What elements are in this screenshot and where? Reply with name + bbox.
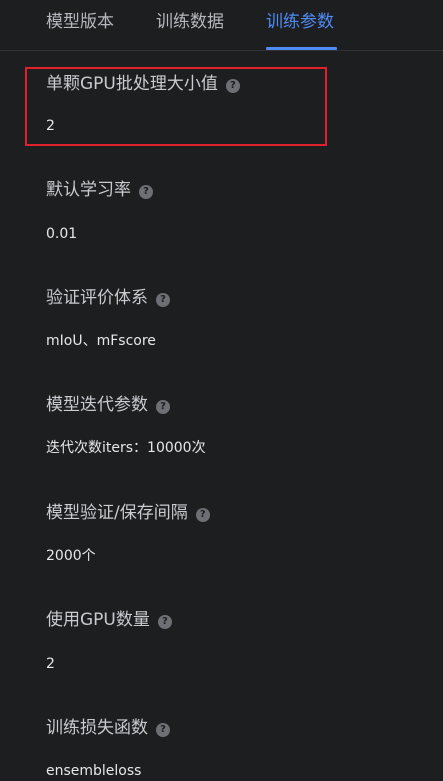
field-value-gpu-count: 2: [46, 656, 55, 672]
help-icon[interactable]: ?: [157, 615, 172, 629]
help-icon[interactable]: ?: [156, 400, 170, 414]
field-value-iteration-params: 迭代次数iters：10000次: [46, 440, 206, 456]
help-icon[interactable]: ?: [225, 79, 240, 93]
active-tab-indicator: [266, 47, 337, 50]
tab-training-params[interactable]: 训练参数: [266, 9, 334, 35]
field-label-text: 模型迭代参数: [46, 395, 148, 415]
field-value-loss-function: ensembleloss: [46, 763, 142, 779]
tab-model-version[interactable]: 模型版本: [46, 9, 114, 35]
field-label-text: 默认学习率: [46, 180, 131, 200]
tab-bar: 模型版本 训练数据 训练参数: [0, 0, 443, 51]
field-label-learning-rate: 默认学习率?: [46, 177, 153, 203]
field-label-text: 训练损失函数: [46, 718, 148, 738]
field-value-eval-metrics: mIoU、mFscore: [46, 333, 156, 349]
help-icon[interactable]: ?: [139, 185, 153, 199]
field-label-loss-function: 训练损失函数?: [46, 715, 170, 741]
field-value-learning-rate: 0.01: [46, 226, 78, 242]
field-label-eval-metrics: 验证评价体系?: [46, 285, 170, 311]
field-label-text: 验证评价体系: [46, 288, 148, 308]
field-label-gpu-batch-size: 单颗GPU批处理大小值?: [46, 71, 240, 97]
training-params-panel: 模型版本 训练数据 训练参数 单颗GPU批处理大小值? 2 默认学习率? 0.0…: [0, 0, 443, 781]
field-label-iteration-params: 模型迭代参数?: [46, 392, 170, 418]
field-value-gpu-batch-size: 2: [46, 118, 55, 134]
help-icon[interactable]: ?: [156, 723, 170, 737]
field-label-text: 使用GPU数量: [46, 610, 150, 630]
help-icon[interactable]: ?: [195, 508, 210, 522]
field-value-save-interval: 2000个: [46, 548, 96, 564]
tab-training-data[interactable]: 训练数据: [156, 9, 224, 35]
help-icon[interactable]: ?: [156, 293, 170, 307]
field-label-save-interval: 模型验证/保存间隔?: [46, 500, 210, 526]
field-label-text: 模型验证/保存间隔: [46, 503, 188, 523]
field-label-gpu-count: 使用GPU数量?: [46, 607, 172, 633]
field-label-text: 单颗GPU批处理大小值: [46, 74, 218, 94]
